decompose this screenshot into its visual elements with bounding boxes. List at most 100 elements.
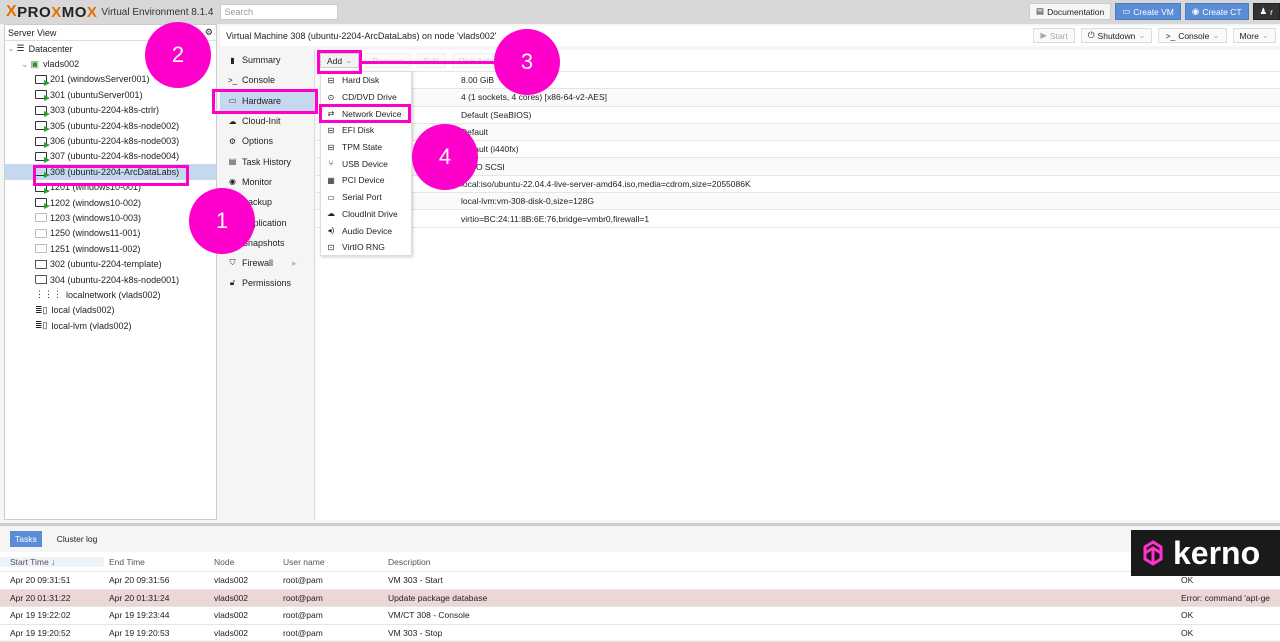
- column-user[interactable]: User name: [278, 557, 383, 567]
- user-menu-button[interactable]: ♟r: [1253, 3, 1280, 20]
- menu-item-efi-disk[interactable]: ⊟EFI Disk: [321, 122, 411, 139]
- column-description[interactable]: Description: [383, 557, 1178, 567]
- tab-tasks[interactable]: Tasks: [10, 531, 42, 547]
- tree-item-label: localnetwork (vlads002): [66, 290, 161, 300]
- tree-item[interactable]: 304 (ubuntu-2204-k8s-node001): [5, 272, 216, 287]
- nav-item-task-history[interactable]: ▤Task History: [220, 151, 314, 171]
- menu-item-usb-device[interactable]: ⑂USB Device: [321, 155, 411, 172]
- more-button[interactable]: More⌄: [1233, 28, 1277, 43]
- tree-item-label: 303 (ubuntu-2204-k8s-ctrlr): [50, 105, 159, 115]
- chevron-right-icon: ▸: [292, 258, 297, 269]
- task-row[interactable]: Apr 20 09:31:51Apr 20 09:31:56vlads002ro…: [0, 572, 1280, 590]
- disc-icon: ⊙: [326, 93, 336, 102]
- nav-item-options[interactable]: ⚙Options: [220, 131, 314, 151]
- tpl-icon: [35, 275, 47, 284]
- off-icon: [35, 244, 47, 253]
- list-icon: ▤: [228, 157, 237, 166]
- task-row[interactable]: Apr 19 19:20:52Apr 19 19:20:53vlads002ro…: [0, 625, 1280, 642]
- hardware-value: Default (SeaBIOS): [461, 110, 531, 120]
- start-label: Start: [1050, 31, 1068, 41]
- menu-item-cd-dvd-drive[interactable]: ⊙ CD/DVD Drive: [321, 89, 411, 106]
- chevron-down-icon[interactable]: ⌄: [7, 43, 15, 54]
- menu-item-virtio-rng[interactable]: ⊡VirtIO RNG: [321, 239, 411, 256]
- hardware-row[interactable]: Network Device (net0)virtio=BC:24:11:8B:…: [316, 210, 1280, 227]
- tree-item[interactable]: 1250 (windows11-001): [5, 226, 216, 241]
- net-icon: ⋮⋮⋮: [35, 289, 62, 300]
- tree-item[interactable]: 302 (ubuntu-2204-template): [5, 256, 216, 271]
- chevron-down-icon[interactable]: ⌄: [21, 59, 29, 70]
- menu-item-audio-device[interactable]: ◂)Audio Device: [321, 222, 411, 239]
- nav-item-summary[interactable]: ▮Summary: [220, 50, 314, 70]
- tree-item[interactable]: ≣▯local-lvm (vlads002): [5, 318, 216, 333]
- datacenter-icon: ☰: [17, 43, 25, 54]
- run-icon: [35, 198, 47, 207]
- shutdown-label: Shutdown: [1098, 31, 1136, 41]
- documentation-button[interactable]: ▤Documentation: [1029, 3, 1111, 20]
- gear-icon: ⚙: [228, 137, 237, 146]
- nav-item-console[interactable]: >_Console: [220, 70, 314, 90]
- menu-item-pci-device[interactable]: ▦PCI Device: [321, 172, 411, 189]
- tree-item[interactable]: 307 (ubuntu-2204-k8s-node004): [5, 149, 216, 164]
- tree-item[interactable]: 301 (ubuntuServer001): [5, 87, 216, 102]
- highlight-add: [317, 50, 362, 74]
- highlight-network-device: [319, 104, 411, 123]
- nav-item-label: Cloud-Init: [242, 116, 281, 126]
- menu-item-tpm-state[interactable]: ⊟TPM State: [321, 139, 411, 156]
- task-cell: Apr 20 01:31:24: [104, 593, 209, 603]
- user-label: r: [1270, 7, 1273, 17]
- start-button[interactable]: ▶Start: [1033, 28, 1075, 43]
- nav-item-label: Monitor: [242, 177, 272, 187]
- tree-item[interactable]: ⋮⋮⋮ localnetwork (vlads002): [5, 287, 216, 302]
- task-row[interactable]: Apr 20 01:31:22Apr 20 01:31:24vlads002ro…: [0, 590, 1280, 608]
- tree-item[interactable]: 1203 (windows10-003): [5, 210, 216, 225]
- nav-item-monitor[interactable]: ◉Monitor: [220, 172, 314, 192]
- gear-icon[interactable]: ⚙: [205, 27, 213, 38]
- column-end-time[interactable]: End Time: [104, 557, 209, 567]
- menu-item-label: CD/DVD Drive: [342, 92, 397, 102]
- task-cell: Apr 19 19:22:02: [0, 610, 104, 620]
- console-button[interactable]: >_Console⌄: [1158, 28, 1226, 43]
- tree-item-label: 1203 (windows10-003): [50, 213, 141, 223]
- menu-item-hard-disk[interactable]: ⊟Hard Disk: [321, 72, 411, 89]
- tree-item[interactable]: 303 (ubuntu-2204-k8s-ctrlr): [5, 103, 216, 118]
- view-label: Server View: [8, 28, 56, 38]
- column-node[interactable]: Node: [209, 557, 278, 567]
- create-ct-button[interactable]: ◉Create CT: [1185, 3, 1249, 20]
- menu-item-cloudinit-drive[interactable]: ☁CloudInit Drive: [321, 206, 411, 223]
- menu-item-serial-port[interactable]: ▭Serial Port: [321, 189, 411, 206]
- task-cell: root@pam: [278, 610, 383, 620]
- console-label: Console: [1178, 31, 1209, 41]
- monitor-icon: ▭: [1122, 6, 1130, 17]
- nav-item-permissions[interactable]: 🔓︎Permissions: [220, 273, 314, 293]
- volume-icon: ◂): [326, 226, 336, 235]
- kerno-logo-icon: [1139, 539, 1167, 567]
- annotation-circle-3: 3: [494, 29, 560, 95]
- tree-item-label: 201 (windowsServer001): [50, 74, 150, 84]
- tree-item[interactable]: 1251 (windows11-002): [5, 241, 216, 256]
- task-cell: vlads002: [209, 593, 278, 603]
- hardware-row[interactable]: Memory8.00 GiB: [316, 72, 1280, 89]
- create-vm-button[interactable]: ▭Create VM: [1115, 3, 1181, 20]
- tree-item[interactable]: ≣▯local (vlads002): [5, 303, 216, 318]
- tree-item[interactable]: 305 (ubuntu-2204-k8s-node002): [5, 118, 216, 133]
- tree-item[interactable]: 1202 (windows10-002): [5, 195, 216, 210]
- hardware-row[interactable]: Processors4 (1 sockets, 4 cores) [x86-64…: [316, 89, 1280, 106]
- task-cell: OK: [1178, 610, 1193, 620]
- task-cell: vlads002: [209, 575, 278, 585]
- hardware-row[interactable]: BIOSDefault (SeaBIOS): [316, 107, 1280, 124]
- rng-icon: ⊡: [326, 243, 336, 252]
- column-start-time[interactable]: Start Time ↓: [0, 557, 104, 567]
- tab-cluster-log[interactable]: Cluster log: [52, 531, 103, 547]
- hardware-row[interactable]: Hard Disk (scsi0)local-lvm:vm-308-disk-0…: [316, 193, 1280, 210]
- search-input[interactable]: Search: [220, 4, 338, 20]
- unlock-icon: 🔓︎: [228, 278, 237, 288]
- shutdown-button[interactable]: ⏻Shutdown⌄: [1081, 28, 1153, 43]
- annotation-circle-1: 1: [189, 188, 255, 254]
- task-cell: Apr 19 19:23:44: [104, 610, 209, 620]
- tree-item[interactable]: 306 (ubuntu-2204-k8s-node003): [5, 133, 216, 148]
- documentation-label: Documentation: [1047, 7, 1104, 17]
- nav-item-firewall[interactable]: ⛉Firewall▸: [220, 253, 314, 273]
- menu-item-label: USB Device: [342, 159, 388, 169]
- task-row[interactable]: Apr 19 19:22:02Apr 19 19:23:44vlads002ro…: [0, 607, 1280, 625]
- tree-item-label: 304 (ubuntu-2204-k8s-node001): [50, 275, 179, 285]
